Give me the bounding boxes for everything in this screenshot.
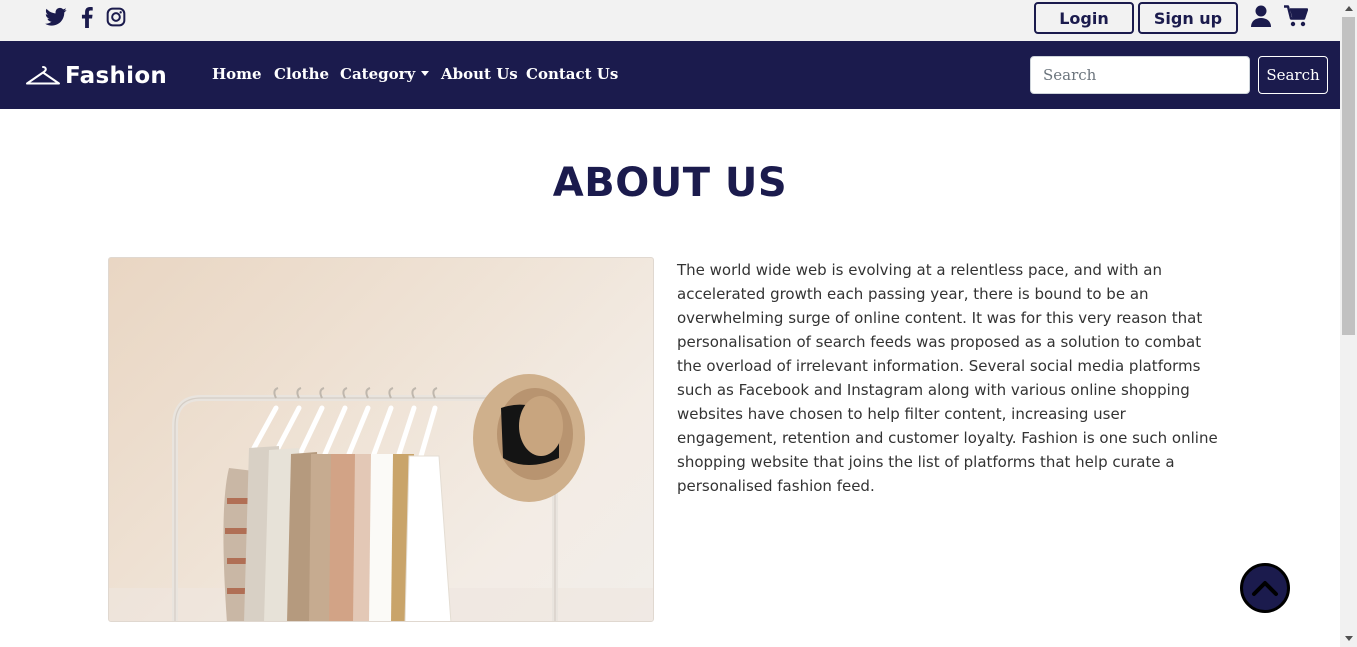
instagram-icon[interactable] bbox=[105, 6, 127, 28]
main-navbar: Fashion Home Clothe Category About Us Co… bbox=[0, 41, 1340, 109]
signup-button[interactable]: Sign up bbox=[1138, 2, 1238, 34]
nav-clothe[interactable]: Clothe bbox=[274, 65, 329, 83]
nav-contact-us[interactable]: Contact Us bbox=[526, 65, 618, 83]
about-image bbox=[108, 257, 654, 622]
page-scrollbar[interactable] bbox=[1340, 0, 1357, 647]
search-button[interactable]: Search bbox=[1258, 56, 1328, 94]
brand-logo[interactable]: Fashion bbox=[25, 59, 167, 93]
user-icon[interactable] bbox=[1249, 4, 1273, 28]
hanger-icon bbox=[26, 66, 60, 85]
twitter-icon[interactable] bbox=[45, 6, 67, 28]
scroll-down-arrow-icon[interactable] bbox=[1340, 630, 1357, 647]
page-title: ABOUT US bbox=[552, 160, 788, 206]
dropdown-caret-icon bbox=[421, 70, 430, 76]
nav-category[interactable]: Category bbox=[340, 65, 430, 83]
back-to-top-button[interactable] bbox=[1240, 563, 1290, 613]
nav-category-label: Category bbox=[340, 65, 416, 83]
top-bar: Login Sign up bbox=[0, 0, 1340, 41]
brand-name: Fashion bbox=[65, 63, 168, 89]
facebook-icon[interactable] bbox=[76, 6, 98, 28]
nav-home[interactable]: Home bbox=[212, 65, 262, 83]
about-paragraph: The world wide web is evolving at a rele… bbox=[677, 261, 1218, 495]
chevron-up-icon bbox=[1252, 581, 1278, 596]
cart-icon[interactable] bbox=[1284, 4, 1308, 28]
scroll-up-arrow-icon[interactable] bbox=[1340, 0, 1357, 17]
login-button[interactable]: Login bbox=[1034, 2, 1134, 34]
scrollbar-thumb[interactable] bbox=[1342, 17, 1355, 335]
search-input[interactable] bbox=[1030, 56, 1250, 94]
nav-about-us[interactable]: About Us bbox=[441, 65, 518, 83]
